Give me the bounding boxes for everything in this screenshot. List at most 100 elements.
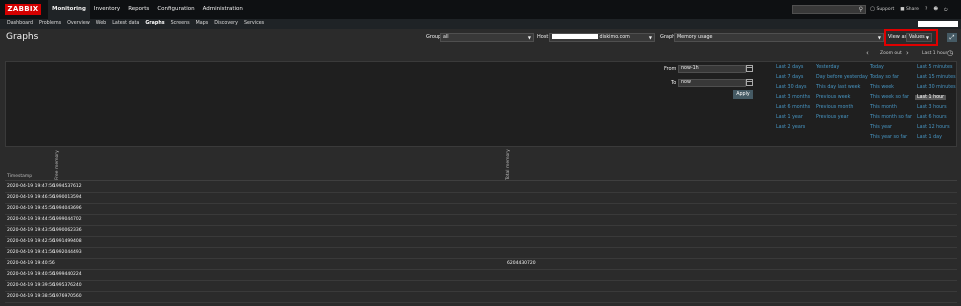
quick-range-link[interactable]: Last 7 days [776,75,803,80]
help-icon[interactable]: ? [925,7,927,12]
table-row: 2020-04-19 19:38:56 1976970560 [5,292,957,303]
submenu-maps[interactable]: Maps [193,19,212,29]
highlight-annotation [884,29,938,46]
host-select[interactable]: diskimo.com ▼ [549,33,655,42]
group-label: Group [426,34,442,40]
quick-range-link[interactable]: This week [870,85,894,90]
quick-range-link[interactable]: Last 6 hours [917,115,947,120]
submenu-latest-data[interactable]: Latest data [109,19,142,29]
quick-range-link[interactable]: This year so far [870,135,907,140]
submenu-problems[interactable]: Problems [36,19,64,29]
submenu-web[interactable]: Web [93,19,109,29]
chevron-right-icon[interactable]: › [906,49,909,57]
quick-range-link[interactable]: Day before yesterday [816,75,868,80]
quick-range-link[interactable]: Last 3 hours [917,105,947,110]
quick-range-link[interactable]: Last 3 months [776,95,810,100]
table-row: 2020-04-19 19:40:56 6204430720 [5,259,957,270]
search-icon[interactable]: ⚲ [859,6,863,14]
quick-range-link[interactable]: Last 12 hours [917,125,950,130]
row-timestamp: 2020-04-19 19:44:56 [7,217,55,222]
row-timestamp: 2020-04-19 19:46:56 [7,195,55,200]
quick-range-link[interactable]: Last 15 minutes [917,75,956,80]
quick-range-link[interactable]: Last 2 days [776,65,803,70]
row-timestamp: 2020-04-19 19:39:56 [7,283,55,288]
fullscreen-icon[interactable]: ⤢ [947,33,957,42]
row-free-memory: 1990062336 [53,228,82,233]
quick-range-link[interactable]: Previous year [816,115,849,120]
table-header: Timestamp Free memory Total memory [5,149,957,181]
calendar-icon[interactable] [746,79,753,86]
current-period-tab[interactable]: Last 1 hour [922,51,947,56]
quick-range-link[interactable]: Last 30 days [776,85,806,90]
submenu-graphs[interactable]: Graphs [142,19,167,29]
clock-icon[interactable]: ◷ [947,49,953,57]
graph-select[interactable]: Memory usage ▼ [674,33,884,42]
calendar-icon[interactable] [746,65,753,72]
submenu-overview[interactable]: Overview [64,19,93,29]
quick-range-link[interactable]: This year [870,125,892,130]
quick-range-link[interactable]: This week so far [870,95,909,100]
logout-icon[interactable]: ⏻ [944,7,948,13]
quick-range-link[interactable]: Last 30 minutes [917,85,956,90]
table-row: 2020-04-19 19:45:56 1994043696 [5,204,957,215]
host-value: diskimo.com [599,35,630,40]
submenu-dashboard[interactable]: Dashboard [4,19,36,29]
apply-button[interactable]: Apply [733,90,753,99]
quick-range-link[interactable]: Today so far [870,75,899,80]
quick-range-link[interactable]: Yesterday [816,65,839,70]
table-row: 2020-04-19 19:46:56 1990013594 [5,193,957,204]
quick-range-link[interactable]: This month so far [870,115,912,120]
user-icon[interactable]: ☻ [933,7,938,12]
zoom-out-button[interactable]: Zoom out [880,51,902,56]
row-free-memory: 1991499408 [53,239,82,244]
quick-range-link-selected[interactable]: Last 1 hour [915,95,947,100]
menu-configuration[interactable]: Configuration [153,0,198,19]
top-navigation-bar: ZABBIX Monitoring Inventory Reports Conf… [0,0,961,19]
share-link[interactable]: ■ Share [900,7,919,12]
chevron-left-icon[interactable]: ‹ [866,49,869,57]
row-timestamp: 2020-04-19 19:42:56 [7,239,55,244]
from-label: From [664,66,677,72]
from-input[interactable]: now-1h [678,65,746,73]
column-header-free-memory: Free memory [55,150,60,180]
row-timestamp: 2020-04-19 19:41:56 [7,250,55,255]
share-label: Share [905,7,919,12]
zabbix-logo[interactable]: ZABBIX [5,4,41,15]
row-total-memory: 6204430720 [507,261,536,266]
row-free-memory: 1976970560 [53,294,82,299]
global-search-input[interactable]: ⚲ [792,5,866,14]
table-row: 2020-04-19 19:42:56 1991499408 [5,237,957,248]
quick-range-link[interactable]: Last 1 day [917,135,942,140]
quick-range-link[interactable]: Previous week [816,95,850,100]
group-value: all [443,35,449,40]
quick-range-link[interactable]: Last 2 years [776,125,805,130]
submenu-services[interactable]: Services [241,19,267,29]
row-free-memory: 1994043696 [53,206,82,211]
group-select[interactable]: all ▼ [440,33,534,42]
time-filter-panel [5,61,957,147]
menu-reports[interactable]: Reports [124,0,153,19]
support-link[interactable]: ◯ Support [870,7,894,12]
menu-administration[interactable]: Administration [199,0,247,19]
quick-range-link[interactable]: Previous month [816,105,853,110]
quick-range-link[interactable]: Last 1 year [776,115,803,120]
submenu-discovery[interactable]: Discovery [211,19,241,29]
quick-range-link[interactable]: Last 5 minutes [917,65,953,70]
table-row: 2020-04-19 19:39:56 1995376240 [5,281,957,292]
quick-range-link[interactable]: This day last week [816,85,860,90]
to-input[interactable]: now [678,79,746,87]
row-timestamp: 2020-04-19 19:40:56 [7,261,55,266]
support-label: Support [876,7,895,12]
quick-range-link[interactable]: Today [870,65,884,70]
chevron-down-icon: ▼ [648,35,652,40]
menu-monitoring[interactable]: Monitoring [48,0,90,19]
table-row: 2020-04-19 19:40:56 1999440224 [5,270,957,281]
quick-range-link[interactable]: Last 6 months [776,105,810,110]
page-title: Graphs [6,32,39,42]
menu-inventory[interactable]: Inventory [90,0,124,19]
quick-range-link[interactable]: This month [870,105,897,110]
table-row: 2020-04-19 19:41:56 1992044493 [5,248,957,259]
submenu-screens[interactable]: Screens [168,19,193,29]
sub-menu: Dashboard Problems Overview Web Latest d… [4,19,267,29]
row-free-memory: 1999044702 [53,217,82,222]
